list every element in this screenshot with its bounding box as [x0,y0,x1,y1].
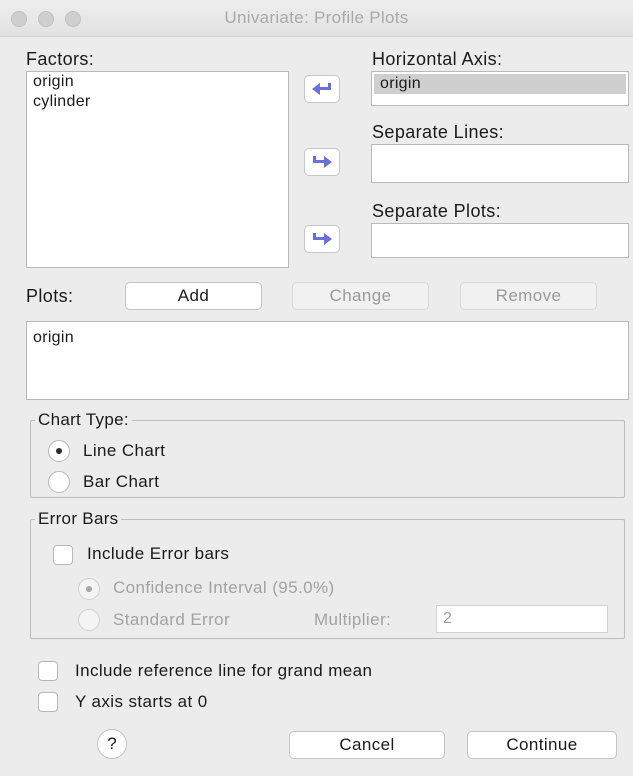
bar-chart-label: Bar Chart [83,472,160,491]
add-plot-button[interactable]: Add [125,282,262,310]
arrow-right-icon [313,156,332,168]
move-to-separate-lines-button[interactable] [304,148,340,176]
help-button[interactable]: ? [97,729,127,759]
change-plot-button[interactable]: Change [292,282,429,310]
y-axis-zero-checkbox[interactable] [38,692,58,712]
factors-label: Factors: [26,49,95,69]
include-error-bars-label: Include Error bars [87,544,230,563]
confidence-interval-label: Confidence Interval (95.0%) [113,578,335,597]
standard-error-label: Standard Error [113,610,231,629]
profile-plots-dialog: Univariate: Profile Plots Factors: origi… [0,0,633,776]
factor-item-cylinder[interactable]: cylinder [27,92,288,112]
separate-lines-field[interactable] [371,144,629,183]
grand-mean-checkbox[interactable] [38,661,58,681]
plot-item-origin[interactable]: origin [27,328,628,348]
remove-plot-button[interactable]: Remove [460,282,597,310]
chart-type-legend: Chart Type: [38,410,129,429]
arrow-right-icon [313,233,332,245]
move-to-horizontal-axis-button[interactable] [304,75,340,103]
bar-chart-radio[interactable] [48,471,70,493]
horizontal-axis-field[interactable]: origin [371,71,629,106]
factor-item-origin[interactable]: origin [27,72,288,92]
arrow-left-icon [312,83,331,95]
plots-label: Plots: [26,286,74,306]
horizontal-axis-label: Horizontal Axis: [372,49,503,69]
factors-list[interactable]: origin cylinder [26,71,289,268]
separate-lines-label: Separate Lines: [372,122,505,142]
multiplier-input[interactable]: 2 [436,605,608,633]
separate-plots-field[interactable] [371,223,629,258]
title-bar: Univariate: Profile Plots [0,0,633,37]
window-title: Univariate: Profile Plots [224,8,409,27]
error-bars-legend: Error Bars [38,509,119,528]
move-to-separate-plots-button[interactable] [304,225,340,253]
line-chart-label: Line Chart [83,441,166,460]
grand-mean-label: Include reference line for grand mean [75,661,373,680]
confidence-interval-radio[interactable] [78,578,100,600]
include-error-bars-checkbox[interactable] [53,545,73,565]
continue-button[interactable]: Continue [467,731,617,759]
plots-list[interactable]: origin [26,321,629,400]
y-axis-zero-label: Y axis starts at 0 [75,692,208,711]
standard-error-radio[interactable] [78,609,100,631]
multiplier-label: Multiplier: [314,610,392,629]
separate-plots-label: Separate Plots: [372,201,502,221]
line-chart-radio[interactable] [48,440,70,462]
horizontal-axis-value[interactable]: origin [374,74,626,94]
cancel-button[interactable]: Cancel [289,731,445,759]
